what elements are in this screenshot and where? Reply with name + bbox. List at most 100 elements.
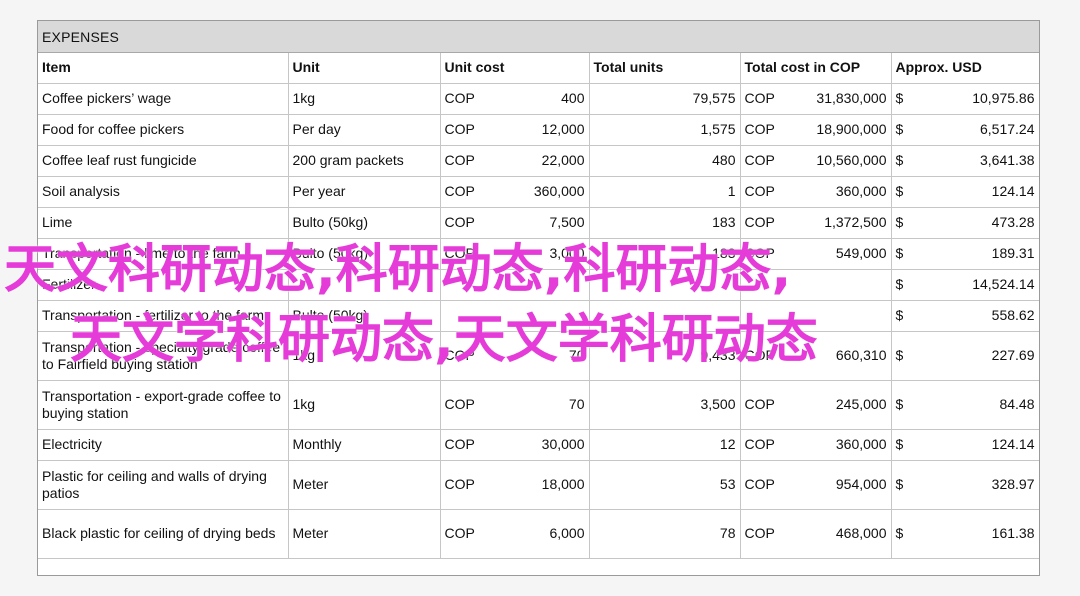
cell-total-cost-value: 954,000	[835, 476, 887, 492]
cell-unit-cost-value: 70	[568, 396, 585, 412]
cell-item: Transportation - export-grade coffee to …	[38, 380, 289, 430]
table-row: Food for coffee pickers Per day COP 12,000 1…	[38, 114, 1039, 146]
cell-unit-cost-value: 70	[568, 347, 585, 363]
cell-total-cost-currency: COP	[744, 121, 775, 137]
cell-approx-usd: $328.97	[891, 460, 1039, 510]
cell-item: Transportation - specialty grade coffee …	[38, 331, 289, 381]
cell-approx-usd-currency: $	[895, 276, 904, 292]
cell-approx-usd-currency: $	[895, 476, 904, 492]
cell-total-cost: COP 360,000	[740, 176, 892, 208]
cell-total-cost: COP 31,830,000	[740, 83, 892, 115]
cell-item: Fertilizer	[38, 269, 289, 301]
cell-unit-cost-currency: COP	[444, 347, 475, 363]
cell-approx-usd-currency: $	[895, 183, 904, 199]
cell-unit-cost-value: 22,000	[541, 152, 585, 168]
cell-unit	[288, 269, 441, 301]
cell-approx-usd: $189.31	[891, 238, 1039, 270]
cell-total-cost: COP 360,000	[740, 429, 892, 461]
cell-unit-cost-currency: COP	[444, 436, 475, 452]
cell-total-cost: COP 468,000	[740, 509, 892, 559]
cell-unit: Bulto (50kg)	[288, 238, 441, 270]
cell-total-cost-value: 549,000	[835, 245, 887, 261]
cell-total-units: 12	[589, 429, 741, 461]
cell-approx-usd: $124.14	[891, 429, 1039, 461]
cell-approx-usd: $14,524.14	[891, 269, 1039, 301]
table-row: Transportation - export-grade coffee to …	[38, 380, 1039, 430]
cell-approx-usd-value: 227.69	[991, 347, 1035, 363]
cell-unit-cost: COP 22,000	[440, 145, 590, 177]
table-row: Lime Bulto (50kg) COP 7,500 183 COP 1,372,500 $…	[38, 207, 1039, 239]
cell-total-units: 3,500	[589, 380, 741, 430]
cell-unit-cost-currency: COP	[444, 525, 475, 541]
header-total-cost: Total cost in COP	[740, 53, 892, 84]
cell-approx-usd-currency: $	[895, 396, 904, 412]
cell-unit-cost-currency: COP	[444, 183, 475, 199]
table-row: Transportation - specialty grade coffee …	[38, 331, 1039, 381]
cell-unit-cost-value: 400	[561, 90, 585, 106]
cell-approx-usd-currency: $	[895, 152, 904, 168]
cell-unit-cost	[440, 300, 590, 332]
cell-total-units: 183	[589, 207, 741, 239]
cell-unit-cost: COP 400	[440, 83, 590, 115]
cell-approx-usd-currency: $	[895, 90, 904, 106]
cell-unit: 1kg	[288, 380, 441, 430]
cell-unit-cost-currency: COP	[444, 214, 475, 230]
cell-unit-cost-value: 12,000	[541, 121, 585, 137]
cell-total-cost-value: 245,000	[835, 396, 887, 412]
header-unit: Unit	[288, 53, 441, 84]
cell-approx-usd-currency: $	[895, 214, 904, 230]
cell-unit-cost: COP 18,000	[440, 460, 590, 510]
cell-unit-cost-currency: COP	[444, 245, 475, 261]
cell-approx-usd-value: 3,641.38	[980, 152, 1035, 168]
expenses-spreadsheet: EXPENSES Item Unit Unit cost Total units…	[37, 20, 1040, 576]
cell-unit-cost	[440, 269, 590, 301]
cell-unit: Bulto (50kg)	[288, 300, 441, 332]
cell-approx-usd-value: 161.38	[991, 525, 1035, 541]
cell-total-cost-value: 468,000	[835, 525, 887, 541]
cell-approx-usd: $6,517.24	[891, 114, 1039, 146]
cell-approx-usd: $10,975.86	[891, 83, 1039, 115]
cell-approx-usd: $558.62	[891, 300, 1039, 332]
cell-approx-usd-value: 189.31	[991, 245, 1035, 261]
cell-item: Food for coffee pickers	[38, 114, 289, 146]
cell-unit-cost-value: 30,000	[541, 436, 585, 452]
cell-approx-usd-value: 473.28	[991, 214, 1035, 230]
cell-approx-usd: $473.28	[891, 207, 1039, 239]
cell-unit-cost-currency: COP	[444, 121, 475, 137]
cell-approx-usd: $124.14	[891, 176, 1039, 208]
cell-approx-usd-currency: $	[895, 525, 904, 541]
cell-total-units: 78	[589, 509, 741, 559]
cell-unit-cost: COP 7,500	[440, 207, 590, 239]
cell-approx-usd-value: 124.14	[991, 183, 1035, 199]
cell-unit-cost: COP 360,000	[440, 176, 590, 208]
cell-approx-usd-currency: $	[895, 121, 904, 137]
cell-unit: Monthly	[288, 429, 441, 461]
cell-unit: Per day	[288, 114, 441, 146]
cell-unit-cost: COP 6,000	[440, 509, 590, 559]
table-row: Plastic for ceiling and walls of drying …	[38, 460, 1039, 510]
cell-total-cost-currency: COP	[744, 183, 775, 199]
cell-total-cost-currency: COP	[744, 396, 775, 412]
cell-approx-usd: $227.69	[891, 331, 1039, 381]
cell-approx-usd-currency: $	[895, 436, 904, 452]
cell-total-cost: COP 10,560,000	[740, 145, 892, 177]
cell-total-units: 9,433	[589, 331, 741, 381]
cell-total-cost-currency: COP	[744, 525, 775, 541]
cell-total-units: 480	[589, 145, 741, 177]
cell-item: Transportation - lime to the farm	[38, 238, 289, 270]
cell-unit-cost-value: 6,000	[549, 525, 585, 541]
cell-approx-usd-value: 558.62	[991, 307, 1035, 323]
table-row: Fertilizer $14,524.14	[38, 269, 1039, 301]
cell-approx-usd: $3,641.38	[891, 145, 1039, 177]
table-row: Coffee leaf rust fungicide 200 gram packe…	[38, 145, 1039, 177]
table-row: Soil analysis Per year COP 360,000 1 COP 360,0…	[38, 176, 1039, 208]
header-row: Item Unit Unit cost Total units Total co…	[38, 53, 1039, 84]
cell-unit: Bulto (50kg)	[288, 207, 441, 239]
cell-item: Black plastic for ceiling of drying beds	[38, 509, 289, 559]
cell-approx-usd-value: 14,524.14	[972, 276, 1035, 292]
cell-total-units: 183	[589, 238, 741, 270]
cell-unit-cost-value: 18,000	[541, 476, 585, 492]
cell-total-cost	[740, 269, 892, 301]
cell-unit: 1kg	[288, 83, 441, 115]
cell-approx-usd-value: 328.97	[991, 476, 1035, 492]
